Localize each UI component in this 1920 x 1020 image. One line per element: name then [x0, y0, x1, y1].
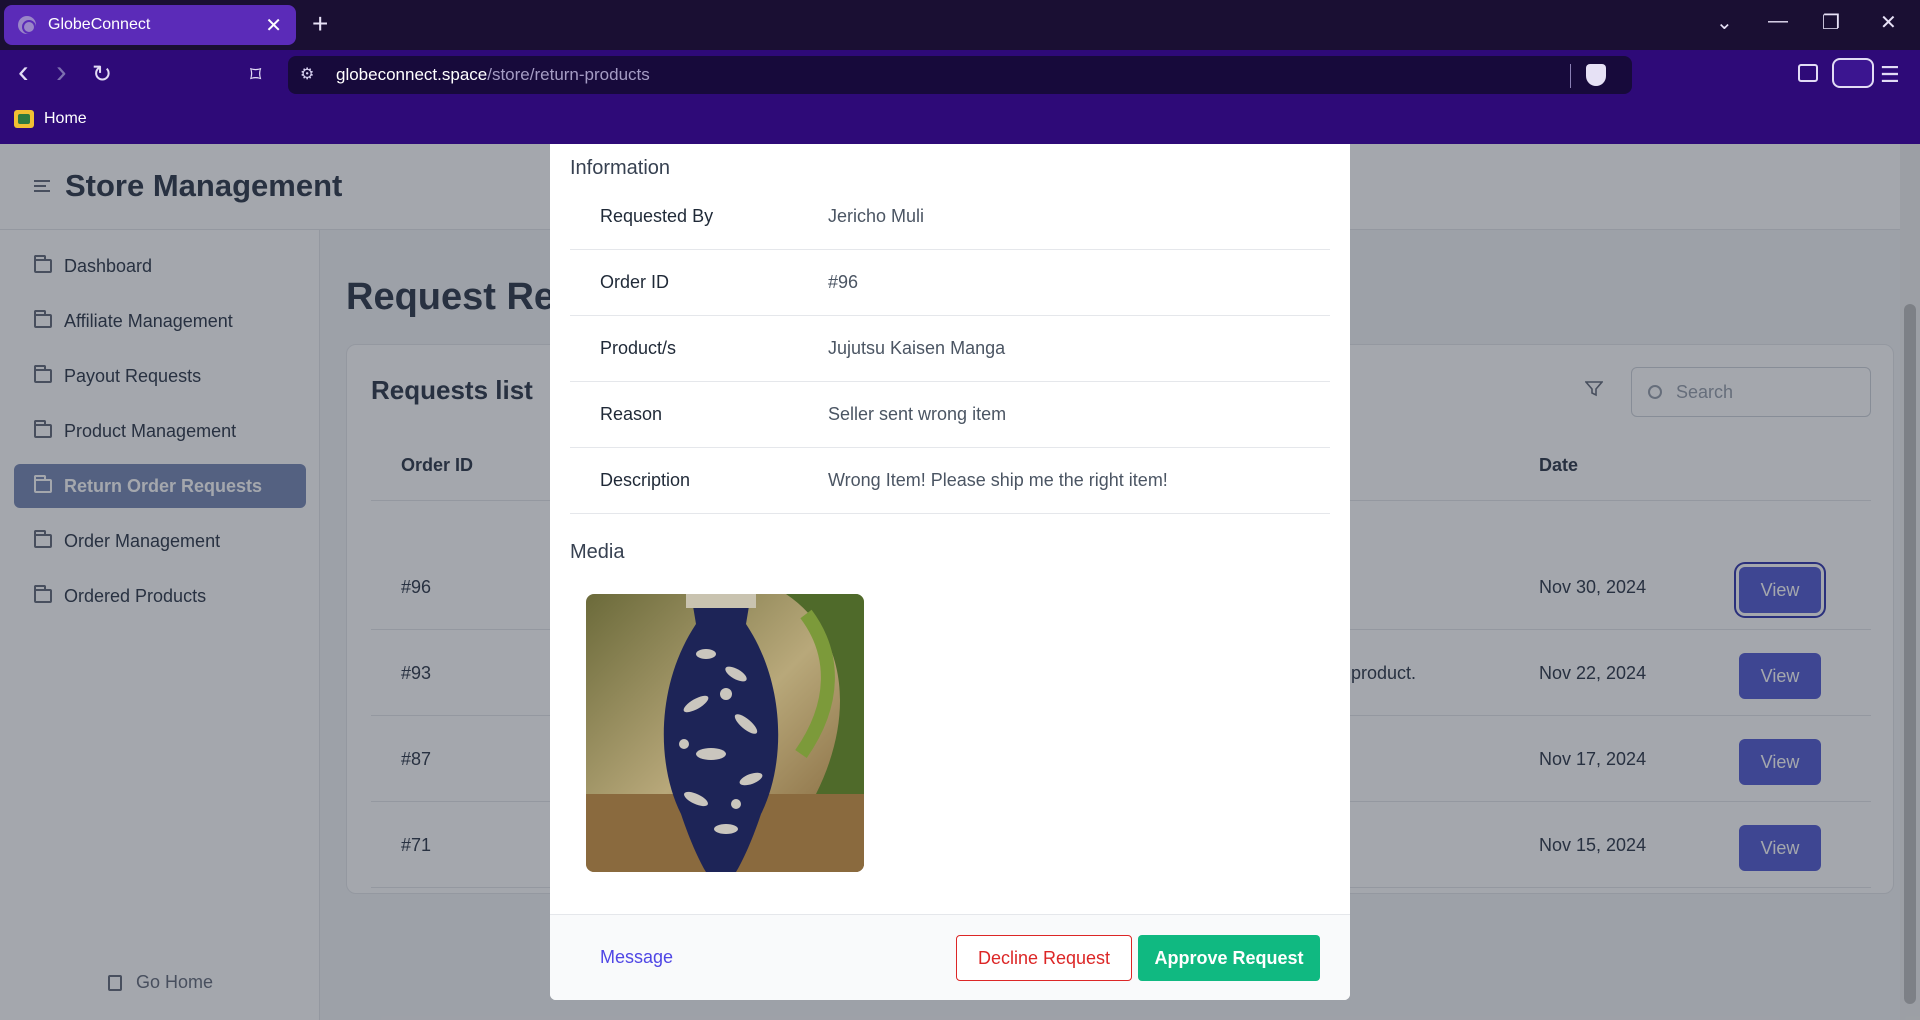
bookmark-page-icon[interactable]: ⌑ [250, 60, 261, 90]
info-row-requested-by: Requested By Jericho Muli [570, 184, 1330, 250]
info-row-reason: Reason Seller sent wrong item [570, 382, 1330, 448]
tab-title: GlobeConnect [48, 16, 151, 33]
info-row-description: Description Wrong Item! Please ship me t… [570, 448, 1330, 514]
browser-tab[interactable]: GlobeConnect ✕ [4, 5, 296, 45]
restore-icon[interactable]: ❐ [1822, 10, 1840, 35]
info-row-order-id: Order ID #96 [570, 250, 1330, 316]
bookmark-home-label: Home [44, 110, 87, 127]
info-label: Product/s [600, 338, 677, 358]
info-label: Description [600, 470, 691, 490]
tab-search-chevron-icon[interactable]: ⌄ [1716, 10, 1733, 35]
return-request-modal: Information Requested By Jericho Muli Or… [550, 144, 1350, 1000]
back-icon[interactable]: ‹ [18, 55, 29, 87]
decline-request-button[interactable]: Decline Request [956, 935, 1132, 981]
url-host: globeconnect.space [336, 65, 488, 84]
media-vase-image[interactable] [586, 594, 864, 872]
home-image-icon [14, 110, 34, 128]
information-heading: Information [570, 157, 671, 179]
omnibox-divider [1570, 64, 1571, 88]
bookmark-home[interactable]: Home [14, 110, 87, 128]
forward-icon[interactable]: › [56, 55, 67, 87]
info-row-products: Product/s Jujutsu Kaisen Manga [570, 316, 1330, 382]
globe-icon [18, 16, 36, 34]
window-close-icon[interactable]: ✕ [1880, 10, 1897, 35]
new-tab-icon[interactable]: + [312, 8, 328, 40]
info-label: Order ID [600, 272, 670, 292]
reader-glasses-icon[interactable] [1832, 58, 1874, 88]
info-value: Jujutsu Kaisen Manga [828, 338, 1006, 358]
info-value: Wrong Item! Please ship me the right ite… [828, 470, 1168, 490]
browser-menu-icon[interactable]: ☰ [1880, 60, 1900, 90]
modal-footer: Message Decline Request Approve Request [550, 914, 1350, 1000]
info-label: Reason [600, 404, 663, 424]
message-link[interactable]: Message [600, 947, 673, 968]
approve-request-button[interactable]: Approve Request [1138, 935, 1320, 981]
close-tab-icon[interactable]: ✕ [265, 13, 282, 38]
url-path: /store/return-products [487, 65, 650, 84]
info-value: Seller sent wrong item [828, 404, 1007, 424]
media-heading: Media [570, 541, 625, 563]
sidebar-toggle-icon[interactable] [1798, 64, 1818, 82]
brave-shield-icon[interactable] [1586, 64, 1606, 86]
address-bar[interactable]: globeconnect.space/store/return-products [288, 56, 1632, 94]
minimize-icon[interactable]: — [1768, 10, 1788, 33]
site-settings-icon[interactable]: ⚙ [300, 64, 314, 84]
info-value: #96 [828, 272, 859, 292]
info-value: Jericho Muli [828, 206, 925, 226]
browser-tabbar: GlobeConnect ✕ + ⌄ — ❐ ✕ [0, 0, 1920, 50]
bookmarks-bar [0, 100, 1920, 144]
reload-icon[interactable]: ↻ [92, 60, 112, 90]
info-label: Requested By [600, 206, 714, 226]
